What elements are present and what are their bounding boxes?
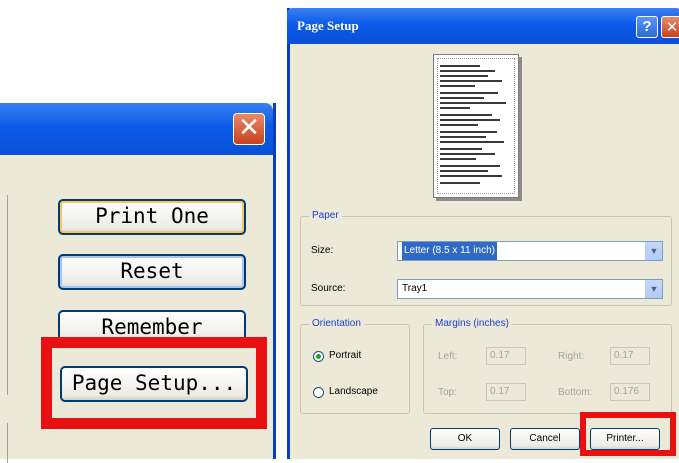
- landscape-radio[interactable]: [313, 387, 324, 398]
- chevron-down-icon[interactable]: ▼: [645, 242, 662, 260]
- margin-bottom-label: Bottom:: [558, 387, 593, 398]
- panel-divider: [0, 195, 8, 395]
- close-icon[interactable]: ✕: [661, 16, 679, 38]
- portrait-label[interactable]: Portrait: [329, 350, 361, 361]
- paper-group-label: Paper: [309, 210, 342, 221]
- margin-bottom-field[interactable]: 0.176: [610, 383, 650, 401]
- page-setup-dialog: Page Setup ? ✕ Paper Size: Letter (8.5 x…: [287, 8, 679, 459]
- preview-margin-outline: [437, 58, 515, 194]
- orientation-group-label: Orientation: [309, 318, 364, 329]
- margin-top-field[interactable]: 0.17: [486, 383, 526, 401]
- paper-size-dropdown[interactable]: Letter (8.5 x 11 inch) ▼: [397, 241, 663, 261]
- size-label: Size:: [311, 245, 334, 256]
- paper-group: Paper Size: Letter (8.5 x 11 inch) ▼ Sou…: [300, 210, 672, 306]
- margins-group-label: Margins (inches): [432, 318, 512, 329]
- ok-button[interactable]: OK: [430, 428, 500, 450]
- main-window-titlebar: ✕: [0, 103, 273, 155]
- paper-source-dropdown[interactable]: Tray1 ▼: [397, 279, 663, 299]
- margin-left-label: Left:: [438, 351, 458, 362]
- portrait-radio[interactable]: [313, 351, 324, 362]
- cancel-button[interactable]: Cancel: [510, 428, 580, 450]
- landscape-label[interactable]: Landscape: [329, 386, 378, 397]
- dialog-titlebar: Page Setup ? ✕: [287, 8, 679, 44]
- margin-right-field[interactable]: 0.17: [610, 347, 650, 365]
- highlight-box-page-setup: [41, 337, 267, 429]
- help-icon[interactable]: ?: [636, 16, 658, 38]
- margins-group: Margins (inches) Left: 0.17 Right: 0.17 …: [423, 318, 672, 414]
- margin-right-label: Right:: [558, 351, 585, 362]
- margin-left-field[interactable]: 0.17: [486, 347, 526, 365]
- paper-source-value: Tray1: [402, 283, 428, 294]
- margin-top-label: Top:: [438, 387, 457, 398]
- panel-divider: [0, 423, 8, 463]
- paper-size-value: Letter (8.5 x 11 inch): [402, 242, 497, 260]
- page-preview: [433, 54, 519, 198]
- dialog-title: Page Setup: [297, 18, 359, 33]
- close-icon[interactable]: ✕: [233, 113, 265, 145]
- source-label: Source:: [311, 283, 346, 294]
- chevron-down-icon[interactable]: ▼: [645, 280, 662, 298]
- reset-button[interactable]: Reset: [58, 254, 246, 290]
- orientation-group: Orientation Portrait Landscape: [300, 318, 410, 414]
- print-one-button[interactable]: Print One: [58, 199, 246, 235]
- highlight-box-printer: [580, 412, 676, 456]
